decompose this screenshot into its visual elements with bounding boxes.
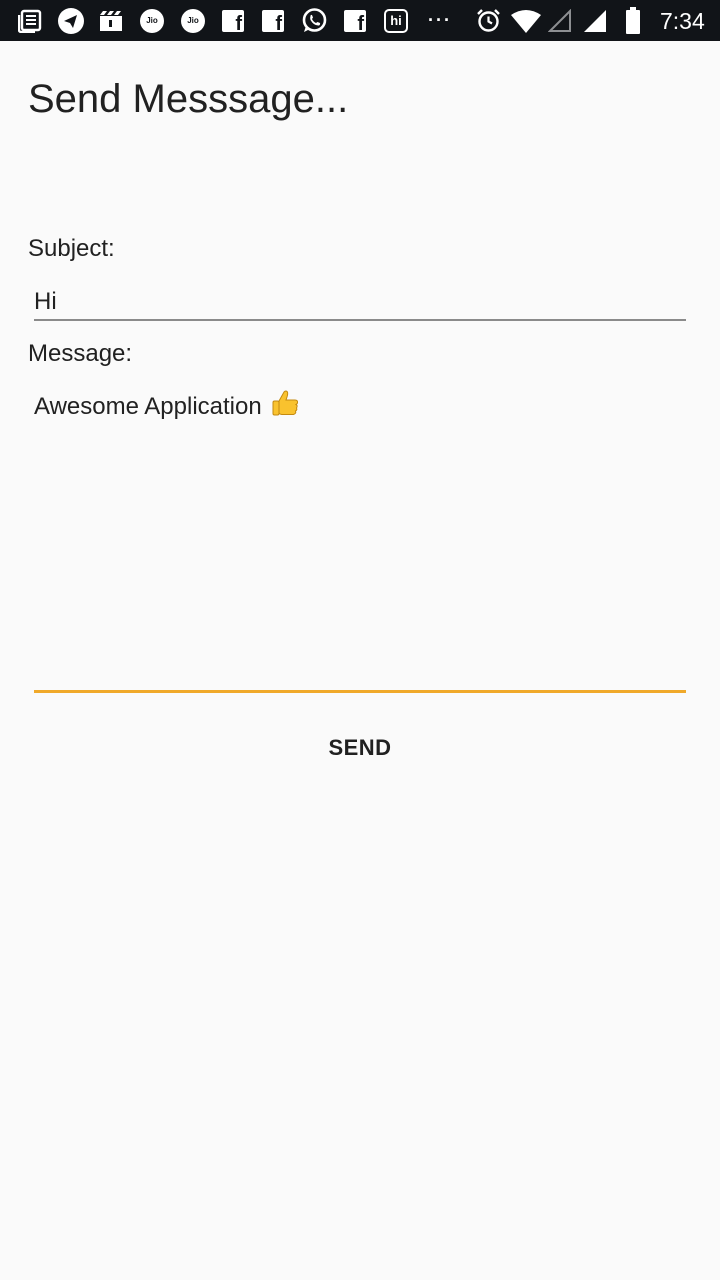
subject-label: Subject: [28,235,115,262]
subject-input[interactable] [34,284,686,321]
facebook-icon: f [344,7,366,35]
message-text: Awesome Application [34,393,262,420]
jio-icon: Jio [181,7,205,34]
battery-icon [625,7,641,34]
send-button[interactable]: SEND [290,725,430,771]
wifi-icon [511,7,541,34]
jio-icon: Jio [140,7,164,34]
signal-empty-icon [548,7,572,34]
clapper-icon [99,7,123,34]
page-title: Send Messsage... [28,77,349,121]
news-icon [18,7,42,34]
whatsapp-icon [301,7,328,34]
hike-icon: hi [384,7,408,34]
message-input[interactable]: Awesome Application [34,388,686,693]
alarm-icon [476,7,501,34]
facebook-icon: f [222,7,244,35]
status-time: 7:34 [660,8,705,34]
signal-full-icon [583,7,607,34]
message-label: Message: [28,340,133,367]
thumbs-up-icon [270,388,300,423]
more-icon: ··· [428,10,452,30]
status-bar: Jio Jio f f f hi ··· 7:34 [0,0,720,41]
telegram-icon [58,7,84,34]
facebook-icon: f [262,7,284,35]
